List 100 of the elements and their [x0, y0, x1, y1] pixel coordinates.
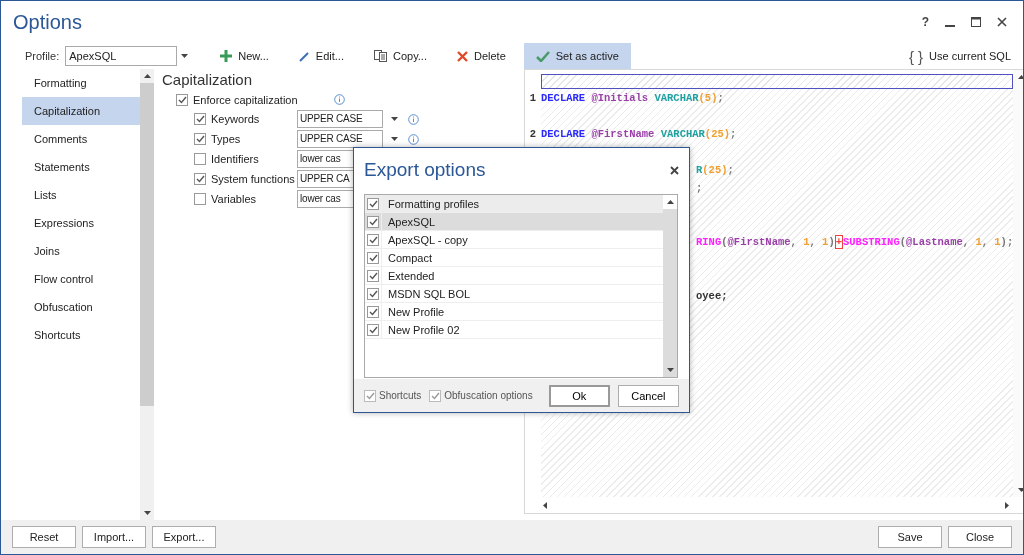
- checkbox[interactable]: [194, 113, 206, 125]
- left-arrow-icon[interactable]: [543, 501, 547, 509]
- checkbox-label: Obfuscation options: [444, 390, 533, 401]
- footer-button[interactable]: Export...: [152, 526, 216, 548]
- profile-label: Profile:: [25, 50, 60, 62]
- up-arrow-icon[interactable]: [1017, 75, 1023, 79]
- code-token: ,: [962, 236, 971, 248]
- checkbox-label: Types: [211, 133, 242, 145]
- code-token: 1: [822, 236, 829, 248]
- toolbar-button[interactable]: Set as active: [523, 43, 631, 69]
- code-token: SUBSTRING: [843, 236, 900, 248]
- checkbox[interactable]: [367, 269, 379, 282]
- use-current-sql-button[interactable]: Use current SQL: [929, 50, 1011, 62]
- code-token: R: [696, 164, 703, 176]
- braces-icon: { }: [908, 47, 924, 65]
- footer-button[interactable]: Reset: [12, 526, 76, 548]
- code-token: 1: [994, 236, 1001, 248]
- dialog-button[interactable]: Cancel: [617, 384, 679, 407]
- checkbox[interactable]: [367, 323, 379, 336]
- down-arrow-icon[interactable]: [1017, 488, 1023, 492]
- down-arrow-icon[interactable]: [181, 54, 189, 58]
- checkbox[interactable]: [429, 389, 442, 402]
- sidebar-item[interactable]: Formatting: [22, 69, 140, 97]
- checkbox-label: Shortcuts: [379, 390, 422, 401]
- right-arrow-icon[interactable]: [1005, 501, 1010, 509]
- checkbox[interactable]: [194, 133, 206, 145]
- code-token: ;: [730, 128, 737, 140]
- plus-icon: [220, 50, 233, 62]
- case-dropdown[interactable]: UPPER CASE: [297, 110, 383, 128]
- checkbox[interactable]: [194, 193, 206, 205]
- checkbox[interactable]: [367, 251, 379, 264]
- checkbox[interactable]: [364, 389, 376, 402]
- code-token: (: [899, 236, 907, 248]
- list-row[interactable]: MSDN SQL BOL: [365, 285, 663, 303]
- checkbox[interactable]: [367, 287, 379, 300]
- checkbox-label: Keywords: [211, 113, 261, 125]
- list-row[interactable]: ApexSQL - copy: [365, 231, 663, 249]
- code-token: ,: [809, 236, 817, 248]
- code-token: ,: [981, 236, 989, 248]
- code-token: @Initials: [590, 92, 649, 104]
- down-arrow-icon[interactable]: [391, 137, 398, 141]
- code-token: @FirstName: [727, 236, 791, 248]
- toolbar-button[interactable]: Edit...: [286, 43, 356, 69]
- sidebar-item[interactable]: Flow control: [22, 265, 140, 293]
- info-icon[interactable]: [408, 133, 419, 145]
- delete-icon: [457, 50, 468, 62]
- list-row[interactable]: Extended: [365, 267, 663, 285]
- up-arrow-icon[interactable]: [143, 74, 151, 78]
- code-token: );: [1000, 236, 1014, 248]
- down-arrow-icon[interactable]: [143, 511, 151, 515]
- toolbar-button[interactable]: New...: [208, 43, 281, 69]
- code-token: @Lastname: [906, 236, 963, 248]
- checkbox[interactable]: [194, 153, 206, 165]
- dialog-button[interactable]: Ok: [548, 384, 610, 407]
- window-title: Options: [13, 10, 83, 34]
- code-token: VARCHAR: [653, 92, 699, 104]
- checkbox-label: Identifiers: [211, 153, 260, 165]
- close-icon[interactable]: [997, 17, 1007, 27]
- list-row[interactable]: New Profile: [365, 303, 663, 321]
- checkbox-label: Enforce capitalization: [193, 93, 298, 106]
- footer-button[interactable]: Import...: [82, 526, 146, 548]
- sidebar-item[interactable]: Comments: [22, 125, 140, 153]
- maximize-icon[interactable]: [971, 17, 981, 27]
- sidebar-item[interactable]: Joins: [22, 237, 140, 265]
- footer-button[interactable]: Save: [878, 526, 942, 548]
- code-token: oyee;: [696, 290, 728, 302]
- checkbox[interactable]: [367, 215, 379, 228]
- checkbox[interactable]: [176, 93, 188, 106]
- down-arrow-icon[interactable]: [391, 117, 398, 121]
- list-row[interactable]: Compact: [365, 249, 663, 267]
- checkbox[interactable]: [367, 197, 379, 210]
- sidebar-item[interactable]: Capitalization: [22, 97, 140, 125]
- list-row[interactable]: ApexSQL: [365, 213, 663, 231]
- sidebar-item[interactable]: Expressions: [22, 209, 140, 237]
- code-token: +: [834, 235, 843, 249]
- checkbox[interactable]: [194, 173, 206, 185]
- up-arrow-icon[interactable]: [666, 200, 674, 204]
- code-token: ): [828, 236, 835, 248]
- sidebar-item[interactable]: Lists: [22, 181, 140, 209]
- list-row[interactable]: New Profile 02: [365, 321, 663, 339]
- sidebar-item[interactable]: Statements: [22, 153, 140, 181]
- profile-dropdown[interactable]: ApexSQL: [65, 46, 178, 66]
- toolbar-button[interactable]: Delete: [445, 43, 518, 69]
- code-token: @FirstName: [590, 128, 655, 140]
- down-arrow-icon[interactable]: [666, 368, 674, 372]
- pencil-icon: [298, 50, 310, 62]
- line-number: 1: [528, 92, 538, 104]
- checkmark-icon: [535, 50, 550, 62]
- code-token: (5): [698, 92, 718, 104]
- checkbox[interactable]: [367, 233, 379, 246]
- checkbox[interactable]: [367, 305, 379, 318]
- toolbar-button[interactable]: Copy...: [361, 43, 439, 69]
- checkbox-label: Variables: [211, 193, 258, 205]
- close-icon[interactable]: [670, 165, 679, 175]
- section-title: Capitalization: [162, 71, 254, 88]
- sidebar-item[interactable]: Obfuscation: [22, 293, 140, 321]
- code-token: RING: [696, 236, 722, 248]
- footer-button[interactable]: Close: [948, 526, 1012, 548]
- help-button[interactable]: ?: [921, 15, 929, 29]
- sidebar-item[interactable]: Shortcuts: [22, 321, 140, 349]
